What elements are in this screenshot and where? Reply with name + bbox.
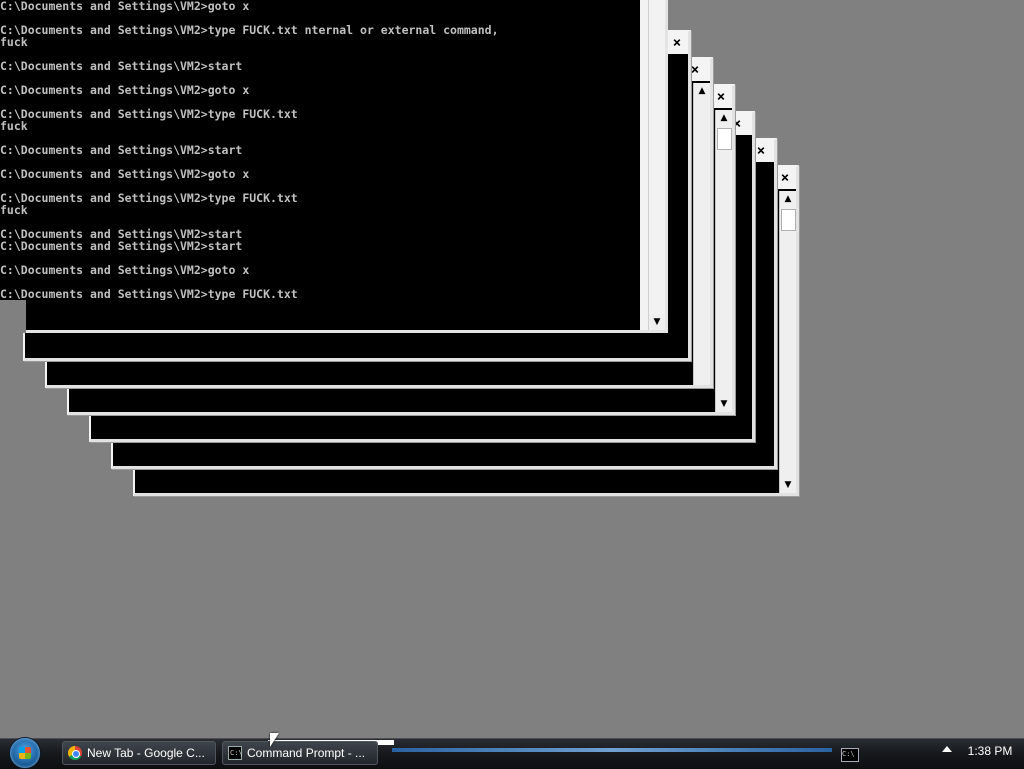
console-line: fuck <box>0 35 28 49</box>
console-line: fuck <box>0 119 28 133</box>
close-button[interactable]: × <box>712 88 730 106</box>
vertical-scrollbar[interactable]: ▲ <box>693 83 710 385</box>
scroll-down-arrow[interactable]: ▼ <box>716 396 732 412</box>
console-line: C:\Documents and Settings\VM2>type FUCK.… <box>0 191 298 205</box>
console-edge <box>0 300 26 333</box>
console-line: C:\Documents and Settings\VM2>start <box>0 143 243 157</box>
console-output[interactable]: C:\Documents and Settings\VM2>goto x C:\D… <box>0 0 640 300</box>
scroll-down-arrow[interactable]: ▼ <box>649 314 665 330</box>
scroll-up-arrow[interactable]: ▲ <box>780 191 796 207</box>
taskbar-button-label: Command Prompt - ... <box>247 746 366 760</box>
taskbar-button-chrome[interactable]: New Tab - Google C... <box>62 741 216 765</box>
taskbar-button-cmd[interactable]: C:\ Command Prompt - ... <box>222 741 378 765</box>
scroll-down-arrow[interactable]: ▼ <box>780 477 796 493</box>
console-line: C:\Documents and Settings\VM2>type FUCK.… <box>0 23 499 37</box>
close-button[interactable]: × <box>668 34 686 52</box>
close-button[interactable]: × <box>776 169 794 187</box>
console-line: C:\Documents and Settings\VM2>goto x <box>0 0 250 13</box>
vertical-scrollbar[interactable]: ▲ ▼ <box>779 191 796 493</box>
console-line: C:\Documents and Settings\VM2>start <box>0 59 243 73</box>
console-line: C:\Documents and Settings\VM2>goto x <box>0 263 250 277</box>
console-line: C:\Documents and Settings\VM2>goto x <box>0 167 250 181</box>
console-line: C:\Documents and Settings\VM2>type FUCK.… <box>0 287 298 300</box>
show-hidden-icons-icon[interactable] <box>942 746 952 752</box>
console-line: C:\Documents and Settings\VM2>goto x <box>0 83 250 97</box>
scroll-thumb[interactable] <box>781 209 796 231</box>
cmd-window-front[interactable]: ▼ C:\Documents and Settings\VM2>goto x C:… <box>0 0 668 333</box>
scroll-thumb[interactable] <box>717 128 732 150</box>
vertical-scrollbar[interactable]: ▲ ▼ <box>715 110 732 412</box>
chrome-icon <box>68 746 82 760</box>
scroll-up-arrow[interactable]: ▲ <box>716 110 732 126</box>
console-line: C:\Documents and Settings\VM2>type FUCK.… <box>0 107 298 121</box>
mouse-cursor-icon <box>270 733 279 747</box>
taskbar-button-label: New Tab - Google C... <box>87 746 205 760</box>
taskbar-clock[interactable]: 1:38 PM <box>960 744 1020 758</box>
start-button[interactable] <box>10 738 40 768</box>
vertical-scrollbar[interactable]: ▼ <box>648 0 665 330</box>
scroll-up-arrow[interactable]: ▲ <box>694 83 710 99</box>
tray-cmd-icon[interactable]: C:\ <box>841 748 859 762</box>
taskbar-progress <box>392 748 832 752</box>
console-line: C:\Documents and Settings\VM2>start <box>0 239 243 253</box>
console-line: fuck <box>0 203 28 217</box>
cmd-icon: C:\ <box>228 746 243 760</box>
